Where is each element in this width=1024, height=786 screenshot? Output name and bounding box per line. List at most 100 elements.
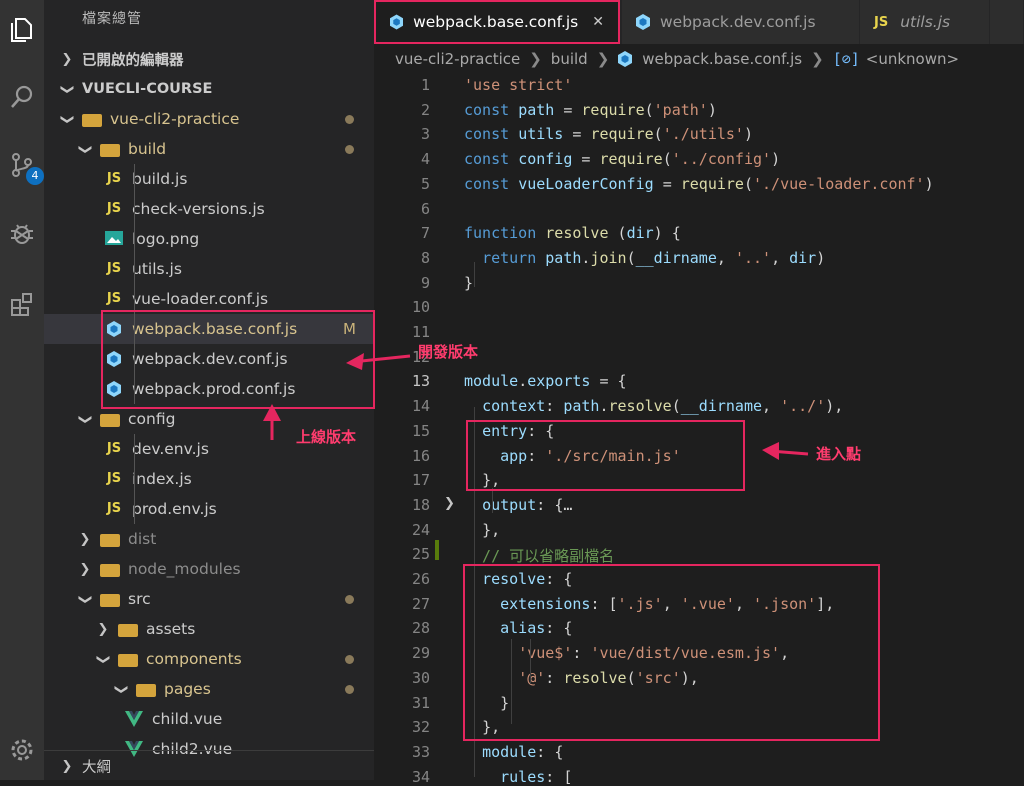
tree-item-label: assets [146,620,196,638]
tree-item-utils-js[interactable]: JS utils.js [44,254,374,284]
files-icon[interactable] [0,8,44,52]
tree-item-label: logo.png [132,230,200,248]
tree-item-logo-png[interactable]: logo.png [44,224,374,254]
tab-utils[interactable]: JS utils.js [860,0,990,44]
line-number: 31 [411,693,430,712]
webpack-icon [618,51,633,67]
chevron-down-icon: ❯ [113,683,129,695]
annotation-entry: 進入點 [816,445,862,463]
activity-bar: 4 [0,0,44,780]
tab-webpack-base[interactable]: webpack.base.conf.js ✕ [374,0,620,44]
folder-icon [100,143,120,157]
webpack-icon [636,14,650,30]
chevron-right-icon: ❯ [596,50,610,68]
editor-tabs: webpack.base.conf.js ✕ webpack.dev.conf.… [374,0,1024,44]
tree-item-label: prod.env.js [132,500,217,518]
breadcrumb-item[interactable]: <unknown> [866,50,959,68]
debug-icon[interactable] [0,211,44,255]
code-line[interactable]: module.exports = { [464,372,627,390]
chevron-right-icon: ❯ [61,51,73,67]
tree-item-index-js[interactable]: JS index.js [44,464,374,494]
workspace-section[interactable]: ❯ VUECLI-COURSE [44,74,374,104]
outline-label: 大綱 [82,759,111,776]
folder-icon [118,653,138,667]
modified-dot [345,594,354,604]
open-editors-label: 已開啟的編輯器 [82,52,184,69]
tree-item-pages[interactable]: ❯ pages [44,674,374,704]
tree-item-child-vue[interactable]: child.vue [44,704,374,734]
tree-item-label: utils.js [132,260,182,278]
line-number: 15 [411,421,430,440]
highlight-entry [466,420,745,491]
tree-item-label: components [146,650,242,668]
tree-item-src[interactable]: ❯ src [44,584,374,614]
code-line[interactable]: } [464,274,473,292]
breadcrumb-item[interactable]: vue-cli2-practice [395,50,520,68]
image-file-icon [104,231,124,247]
line-number: 24 [411,520,430,539]
folder-icon [82,113,102,127]
line-number: 11 [411,323,430,341]
tree-item-node-modules[interactable]: ❯ node_modules [44,554,374,584]
close-icon[interactable]: ✕ [592,14,604,30]
chevron-right-icon: ❯ [811,50,824,68]
tree-item-prod-env-js[interactable]: JS prod.env.js [44,494,374,524]
breadcrumb-item[interactable]: webpack.base.conf.js [642,50,802,68]
line-number: 10 [411,298,430,317]
tree-item-build[interactable]: ❯ build [44,134,374,164]
tree-item-components[interactable]: ❯ components [44,644,374,674]
tab-overflow[interactable] [990,0,1024,44]
js-file-icon: JS [106,441,122,456]
tab-label: webpack.dev.conf.js [660,13,816,31]
tree-item-label: check-versions.js [132,200,265,218]
open-editors-section[interactable]: ❯ 已開啟的編輯器 [44,44,374,74]
line-number: 25 [411,545,430,564]
source-control-icon[interactable]: 4 [0,143,44,187]
code-line[interactable]: const config = require('../config') [464,150,780,168]
tree-item-assets[interactable]: ❯ assets [44,614,374,644]
indent-guide [134,434,135,524]
tree-item-label: build [128,140,167,158]
tab-label: webpack.base.conf.js [413,13,579,31]
line-number: 34 [411,767,430,786]
line-number: 26 [411,570,430,588]
code-line[interactable]: context: path.resolve(__dirname, '../'), [464,397,843,415]
code-line[interactable]: const vueLoaderConfig = require('./vue-l… [464,175,934,193]
tree-item-check-versions-js[interactable]: JS check-versions.js [44,194,374,224]
fold-chevron-icon[interactable]: ❯ [444,496,455,511]
js-file-icon: JS [106,471,122,486]
outline-section[interactable]: ❯ 大綱 [44,750,374,781]
chevron-down-icon: ❯ [77,143,93,155]
modified-dot [345,144,354,154]
tree-item-label: vue-loader.conf.js [132,290,269,308]
code-line[interactable]: return path.join(__dirname, '..', dir) [464,249,825,267]
code-line[interactable]: output: {… [464,496,572,514]
tab-webpack-dev[interactable]: webpack.dev.conf.js [622,0,860,44]
code-line[interactable]: rules: [ [464,768,572,786]
annotation-dev: 開發版本 [418,343,479,361]
tree-item-label: src [128,590,151,608]
tree-item-label: dev.env.js [132,440,209,458]
code-line[interactable]: const utils = require('./utils') [464,125,753,143]
tree-item-build-js[interactable]: JS build.js [44,164,374,194]
code-line[interactable]: }, [464,521,500,539]
breadcrumb-item[interactable]: build [551,50,588,68]
line-number: 1 [420,76,430,94]
code-line[interactable]: module: { [464,743,563,761]
tree-item-vue-cli2-practice[interactable]: ❯ vue-cli2-practice [44,104,374,134]
code-line[interactable]: function resolve (dir) { [464,224,681,242]
settings-gear-icon[interactable] [0,728,44,772]
line-number: 14 [411,397,430,416]
extensions-icon[interactable] [0,282,44,326]
code-line[interactable]: 'use strict' [464,76,572,94]
line-number: 7 [420,224,430,243]
line-number: 4 [420,150,430,169]
explorer-title: 檔案總管 [82,11,142,27]
chevron-down-icon: ❯ [77,593,93,605]
tree-item-dist[interactable]: ❯ dist [44,524,374,554]
chevron-right-icon: ❯ [79,531,91,547]
code-line[interactable]: const path = require('path') [464,101,717,119]
search-icon[interactable] [0,75,44,119]
folder-icon [100,533,120,547]
folder-icon [100,413,120,427]
